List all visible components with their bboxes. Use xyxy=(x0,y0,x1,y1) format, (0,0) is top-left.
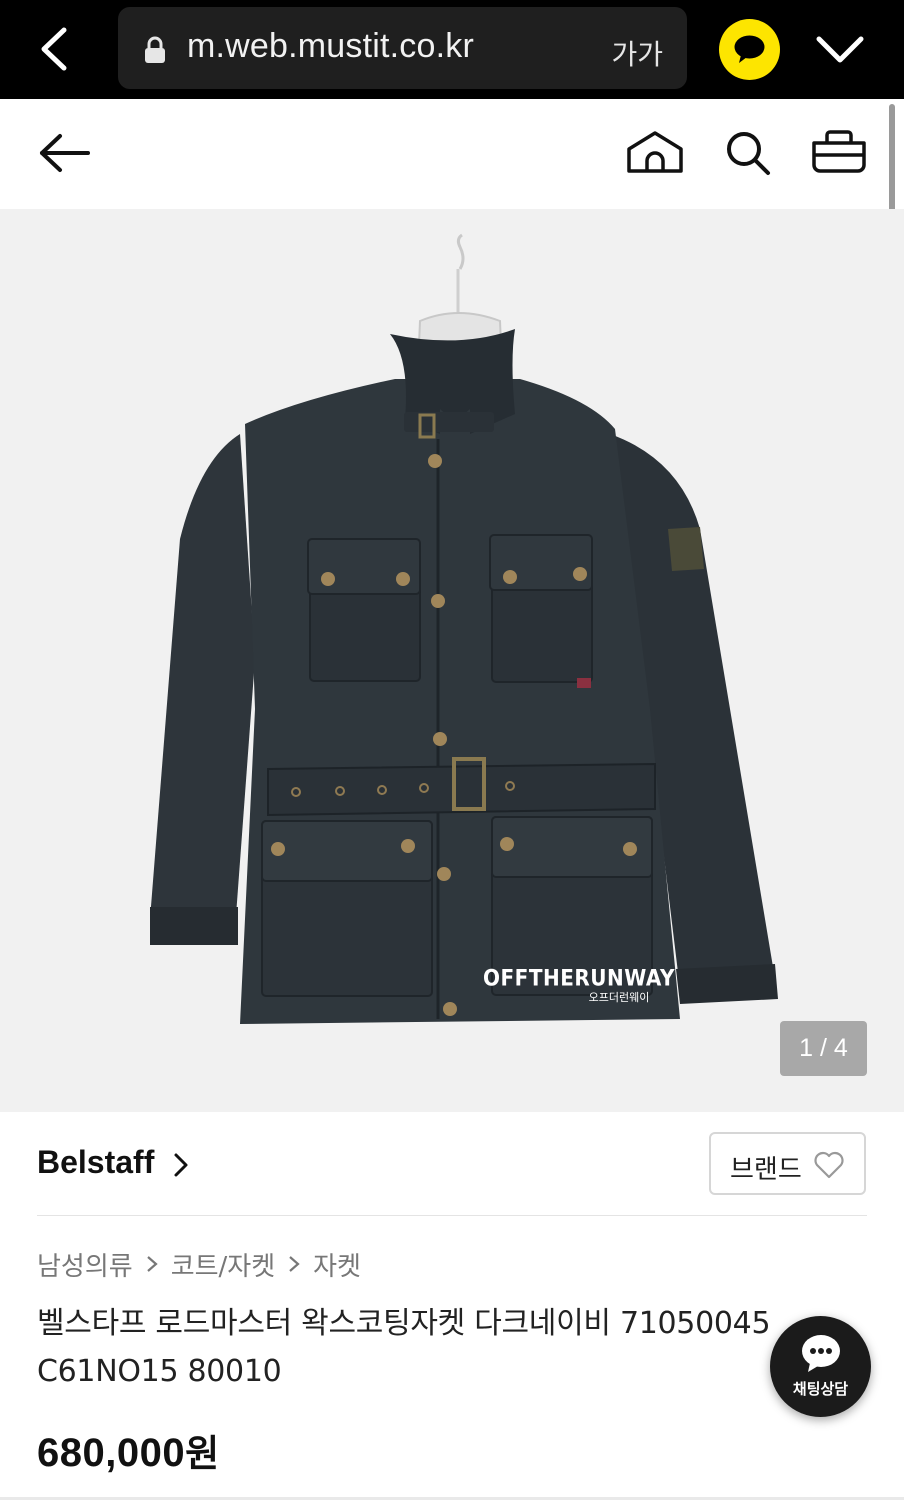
brand-name-link[interactable]: Belstaff xyxy=(37,1144,154,1181)
arrow-left-icon[interactable] xyxy=(38,132,90,174)
breadcrumb: 남성의류 코트/자켓 자켓 xyxy=(37,1244,361,1284)
watermark-main: OFFTHERUNWAY xyxy=(483,964,675,992)
kakaotalk-button[interactable] xyxy=(719,19,780,80)
back-chevron-icon[interactable] xyxy=(34,26,74,72)
price-unit: 원 xyxy=(185,1432,220,1475)
chevron-right-icon[interactable] xyxy=(172,1152,190,1178)
product-image-gallery[interactable]: OFFTHERUNWAY 오프더런웨이 1 / 4 xyxy=(0,209,904,1112)
heart-icon xyxy=(814,1151,844,1179)
lock-icon xyxy=(145,36,165,63)
product-price: 680,000원 xyxy=(37,1423,220,1477)
chat-bubble-icon xyxy=(802,1335,840,1372)
product-title-line: C61NO15 80010 xyxy=(37,1354,282,1389)
product-photo xyxy=(150,233,778,1024)
chat-label: 채팅상담 xyxy=(792,1380,849,1398)
cart-icon[interactable] xyxy=(810,127,868,175)
url-text: m.web.mustit.co.kr xyxy=(187,27,474,65)
product-title: 벨스타프 로드마스터 왁스코팅자켓 다크네이비 71050045 C61NO15… xyxy=(37,1300,817,1396)
brand-favorite-button[interactable]: 브랜드 xyxy=(709,1132,866,1195)
chevron-down-icon[interactable] xyxy=(815,33,865,65)
breadcrumb-item[interactable]: 코트/자켓 xyxy=(171,1246,275,1283)
divider xyxy=(37,1215,867,1216)
kakaotalk-icon xyxy=(734,35,765,63)
breadcrumb-item[interactable]: 자켓 xyxy=(313,1246,361,1283)
search-icon[interactable] xyxy=(724,129,772,177)
brand-favorite-label: 브랜드 xyxy=(730,1155,802,1185)
text-size-button[interactable]: 가가 xyxy=(611,33,663,73)
watermark-sub: 오프더런웨이 xyxy=(588,991,650,1004)
image-pager: 1 / 4 xyxy=(780,1021,867,1076)
chevron-right-icon xyxy=(289,1256,300,1272)
breadcrumb-item[interactable]: 남성의류 xyxy=(37,1246,133,1283)
address-bar[interactable]: m.web.mustit.co.kr 가가 xyxy=(118,7,687,89)
home-icon[interactable] xyxy=(625,129,685,175)
product-title-line: 벨스타프 로드마스터 왁스코팅자켓 다크네이비 71050045 xyxy=(37,1306,771,1341)
chevron-right-icon xyxy=(146,1256,158,1272)
chat-consult-button[interactable]: 채팅상담 xyxy=(770,1316,871,1417)
brand-row: Belstaff 브랜드 xyxy=(0,1112,904,1216)
watermark: OFFTHERUNWAY 오프더런웨이 xyxy=(483,964,675,1005)
app-header xyxy=(0,99,904,209)
browser-toolbar: m.web.mustit.co.kr 가가 xyxy=(0,0,904,99)
price-value: 680,000 xyxy=(37,1431,186,1475)
